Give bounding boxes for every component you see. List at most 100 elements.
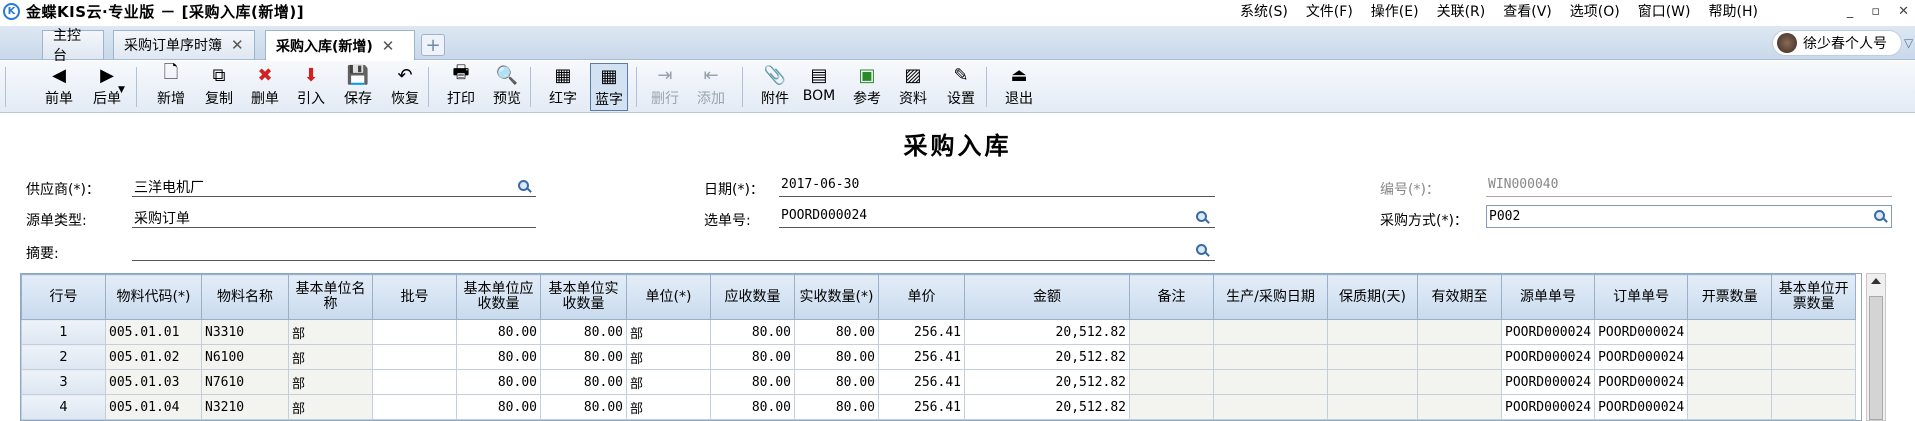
menu-item[interactable]: 文件(F): [1306, 1, 1353, 21]
table-cell[interactable]: [1213, 369, 1328, 395]
tab-home[interactable]: 主控台: [42, 28, 104, 64]
table-cell[interactable]: [372, 344, 457, 370]
menu-item[interactable]: 帮助(H): [1708, 1, 1757, 21]
table-cell[interactable]: 005.01.02: [105, 344, 202, 370]
column-header[interactable]: 订单单号: [1594, 274, 1689, 320]
addrow-button[interactable]: ⇤ 添加: [692, 63, 730, 111]
tab-purchase-receipt-new[interactable]: 采购入库(新增) ✕: [265, 30, 415, 60]
table-cell[interactable]: 80.00: [794, 369, 879, 395]
table-cell[interactable]: 20,512.82: [964, 369, 1130, 395]
menu-item[interactable]: 操作(E): [1371, 1, 1419, 21]
supplier-lookup-icon[interactable]: [515, 179, 532, 195]
column-header[interactable]: 基本单位应收数量: [456, 274, 541, 320]
detail-grid[interactable]: 行号 物料代码(*) 物料名称 基本单位名称 批号 基本单位应收数量 基本单位实收数量 单位(…: [20, 273, 1862, 421]
table-cell[interactable]: POORD000024: [1500, 319, 1596, 345]
source-no-lookup-icon[interactable]: [1193, 210, 1210, 226]
table-cell[interactable]: 80.00: [456, 344, 541, 370]
column-header[interactable]: 金额: [964, 274, 1130, 320]
column-header[interactable]: 备注: [1129, 274, 1214, 320]
table-cell[interactable]: [1417, 344, 1502, 370]
red-button[interactable]: ▦ 红字: [544, 63, 582, 111]
table-cell[interactable]: [372, 394, 457, 420]
column-header[interactable]: 基本单位名称: [288, 274, 373, 320]
settings-button[interactable]: ✎ 设置: [942, 63, 980, 111]
column-header[interactable]: 实收数量(*): [794, 274, 879, 320]
close-icon[interactable]: ✕: [382, 37, 395, 55]
table-cell[interactable]: 80.00: [456, 369, 541, 395]
table-cell[interactable]: [1129, 319, 1214, 345]
table-cell[interactable]: 256.41: [878, 319, 965, 345]
summary-lookup-icon[interactable]: [1193, 243, 1210, 259]
restore-window-icon[interactable]: ▫: [1871, 4, 1880, 19]
table-cell[interactable]: [1327, 344, 1418, 370]
column-header[interactable]: 单价: [878, 274, 965, 320]
table-cell[interactable]: [372, 369, 457, 395]
blue-button[interactable]: ▦ 蓝字: [590, 63, 628, 111]
table-row[interactable]: 4 005.01.04 N3210 部 80.00 80.00 部 80.00 80.00 256…: [21, 394, 1857, 420]
source-type-field[interactable]: 采购订单: [132, 208, 536, 228]
table-cell[interactable]: [1771, 319, 1857, 345]
table-cell[interactable]: 部: [626, 369, 711, 395]
table-cell[interactable]: [372, 319, 457, 345]
table-cell[interactable]: [1417, 394, 1502, 420]
add-tab-button[interactable]: +: [421, 34, 445, 56]
table-cell[interactable]: [1327, 394, 1418, 420]
menu-item[interactable]: 系统(S): [1240, 1, 1288, 21]
chevron-down-icon[interactable]: ▽: [1904, 36, 1913, 50]
purchase-method-lookup-icon[interactable]: [1871, 209, 1888, 225]
tab-purchase-order-list[interactable]: 采购订单序时簿 ✕: [113, 30, 255, 59]
menu-item[interactable]: 选项(O): [1570, 1, 1620, 21]
table-cell[interactable]: 20,512.82: [964, 319, 1130, 345]
scroll-up-icon[interactable]: [1871, 278, 1881, 284]
user-profile-button[interactable]: 徐少春个人号: [1772, 30, 1902, 56]
table-cell[interactable]: 80.00: [710, 344, 795, 370]
table-cell[interactable]: 256.41: [878, 394, 965, 420]
column-header[interactable]: 单位(*): [626, 274, 711, 320]
preview-button[interactable]: 🔍 预览: [488, 63, 526, 111]
table-cell[interactable]: 005.01.03: [105, 369, 202, 395]
table-cell[interactable]: [1771, 369, 1857, 395]
column-header[interactable]: 批号: [372, 274, 457, 320]
table-cell[interactable]: [1771, 344, 1857, 370]
supplier-field[interactable]: 三洋电机厂: [132, 177, 536, 197]
table-cell[interactable]: 部: [288, 344, 373, 370]
table-cell[interactable]: 80.00: [456, 319, 541, 345]
new-button[interactable]: 🗋 新增: [152, 62, 190, 111]
table-cell[interactable]: 005.01.01: [105, 319, 202, 345]
table-cell[interactable]: [1417, 319, 1502, 345]
table-cell[interactable]: [1129, 344, 1214, 370]
table-cell[interactable]: POORD000024: [1594, 319, 1689, 345]
close-window-icon[interactable]: ✕: [1898, 4, 1909, 19]
table-cell[interactable]: [1687, 319, 1773, 345]
minimize-icon[interactable]: _: [1847, 4, 1854, 19]
menu-item[interactable]: 窗口(W): [1638, 1, 1691, 21]
save-button[interactable]: 💾 保存: [339, 63, 377, 111]
table-cell[interactable]: 部: [626, 344, 711, 370]
chevron-down-icon[interactable]: ▼: [118, 85, 125, 95]
ref-button[interactable]: ▣ 参考: [848, 63, 886, 111]
table-cell[interactable]: [1687, 369, 1773, 395]
table-cell[interactable]: [1129, 394, 1214, 420]
column-header[interactable]: 开票数量: [1687, 274, 1773, 320]
attach-button[interactable]: 📎 附件: [756, 63, 794, 111]
table-cell[interactable]: 80.00: [540, 394, 627, 420]
delete-button[interactable]: ✖ 删单: [246, 63, 284, 111]
menu-item[interactable]: 关联(R): [1437, 1, 1486, 21]
table-cell[interactable]: 005.01.04: [105, 394, 202, 420]
table-cell[interactable]: 80.00: [540, 369, 627, 395]
table-cell[interactable]: 20,512.82: [964, 394, 1130, 420]
table-cell[interactable]: 80.00: [794, 394, 879, 420]
restore-button[interactable]: ↶ 恢复: [386, 63, 424, 111]
table-cell[interactable]: 80.00: [540, 344, 627, 370]
table-cell[interactable]: POORD000024: [1594, 344, 1689, 370]
column-header[interactable]: 行号: [21, 274, 106, 320]
vertical-scrollbar[interactable]: [1866, 273, 1886, 421]
table-cell[interactable]: [1771, 394, 1857, 420]
print-button[interactable]: 🖶 打印: [442, 62, 480, 111]
table-cell[interactable]: 80.00: [710, 369, 795, 395]
table-cell[interactable]: 部: [288, 394, 373, 420]
table-cell[interactable]: 80.00: [710, 394, 795, 420]
column-header[interactable]: 应收数量: [710, 274, 795, 320]
table-cell[interactable]: POORD000024: [1500, 369, 1596, 395]
date-field[interactable]: 2017-06-30: [779, 177, 1215, 197]
